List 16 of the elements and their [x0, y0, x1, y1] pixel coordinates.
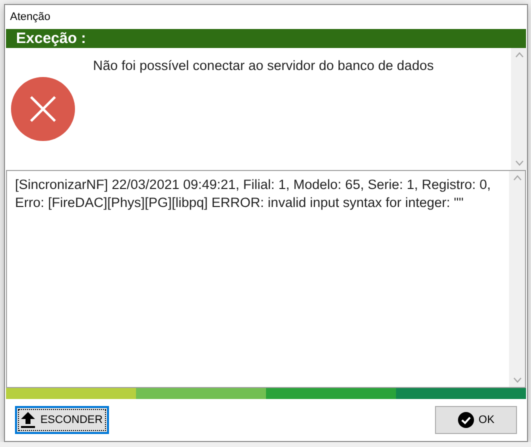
upload-icon [21, 412, 36, 428]
scroll-down-icon[interactable] [512, 377, 522, 383]
scrollbar[interactable] [509, 171, 525, 387]
hide-button[interactable]: ESCONDER [15, 406, 109, 434]
scroll-down-icon[interactable] [514, 160, 524, 166]
details-memo[interactable]: [SincronizarNF] 22/03/2021 09:49:21, Filial: 1, Modelo: 65, Serie: 1, Registro: 0, Erro: [FireDAC][Phys][PG][libpq] ERROR: invalid input syntax for integer: "" [6, 170, 526, 388]
scroll-up-icon[interactable] [514, 52, 524, 58]
check-icon [458, 412, 474, 428]
scroll-up-icon[interactable] [512, 175, 522, 181]
error-message: Não foi possível conectar ao servidor do banco de dados [93, 58, 434, 73]
ok-button[interactable]: OK [435, 406, 517, 434]
exception-header: Exceção : [6, 29, 526, 48]
scrollbar[interactable] [511, 48, 527, 170]
error-icon [11, 77, 75, 141]
window-title: Atenção [9, 10, 52, 25]
error-details: [SincronizarNF] 22/03/2021 09:49:21, Filial: 1, Modelo: 65, Serie: 1, Registro: 0, Erro: [FireDAC][Phys][PG][libpq] ERROR: invalid input syntax for integer: "" [15, 177, 491, 210]
